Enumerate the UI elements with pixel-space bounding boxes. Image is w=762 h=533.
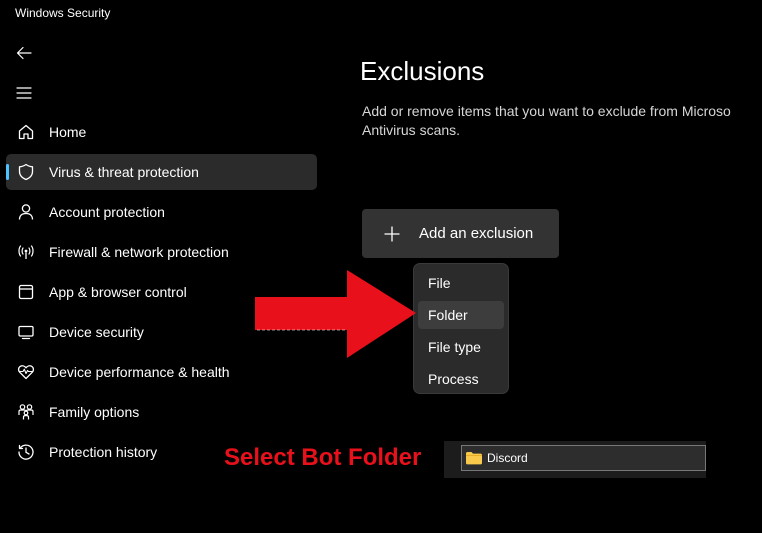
annotation-text: Select Bot Folder [224, 444, 422, 471]
sidebar-item-label: Protection history [49, 444, 158, 460]
menu-item-folder[interactable]: Folder [418, 301, 504, 329]
folder-path-strip: Discord [444, 441, 706, 478]
home-icon [16, 122, 36, 142]
add-exclusion-button[interactable]: Add an exclusion [362, 209, 559, 258]
folder-icon [465, 451, 483, 465]
sidebar-item-account-protection[interactable]: Account protection [6, 194, 317, 230]
add-exclusion-label: Add an exclusion [419, 225, 534, 242]
red-arrow-icon [255, 270, 416, 358]
window-title: Windows Security [15, 6, 111, 20]
windows-security-window: Windows Security Home Virus & threat pro… [0, 0, 762, 533]
sidebar-item-virus-threat-protection[interactable]: Virus & threat protection [6, 154, 317, 190]
laptop-icon [16, 322, 36, 342]
shield-icon [16, 162, 36, 182]
menu-item-file[interactable]: File [418, 269, 504, 297]
hamburger-menu-icon [16, 87, 32, 99]
menu-button[interactable] [12, 82, 36, 104]
history-clock-icon [16, 442, 36, 462]
description-line: Antivirus scans. [362, 122, 461, 138]
menu-item-process[interactable]: Process [418, 365, 504, 393]
sidebar-item-firewall-network-protection[interactable]: Firewall & network protection [6, 234, 317, 270]
sidebar-item-label: Device security [49, 324, 144, 340]
description-line: Add or remove items that you want to exc… [362, 103, 731, 119]
person-icon [16, 202, 36, 222]
back-button[interactable] [12, 42, 36, 64]
sidebar-item-label: Device performance & health [49, 364, 230, 380]
sidebar-item-label: Account protection [49, 204, 165, 220]
family-icon [16, 402, 36, 422]
sidebar-item-home[interactable]: Home [6, 114, 317, 150]
sidebar-item-label: Family options [49, 404, 140, 420]
menu-item-file-type[interactable]: File type [418, 333, 504, 361]
exclusion-type-menu: File Folder File type Process [413, 263, 509, 394]
sidebar-item-label: Firewall & network protection [49, 244, 229, 260]
back-arrow-icon [16, 46, 32, 60]
page-description: Add or remove items that you want to exc… [362, 102, 762, 144]
sidebar-item-label: App & browser control [49, 284, 187, 300]
heart-pulse-icon [16, 362, 36, 382]
folder-path-field[interactable]: Discord [461, 445, 706, 471]
sidebar-item-label: Home [49, 124, 87, 140]
browser-window-icon [16, 282, 36, 302]
plus-icon [383, 225, 401, 243]
sidebar-item-label: Virus & threat protection [49, 164, 199, 180]
selection-indicator [6, 164, 9, 180]
wifi-antenna-icon [16, 242, 36, 262]
page-title: Exclusions [360, 56, 485, 86]
folder-name: Discord [487, 451, 528, 465]
sidebar-item-family-options[interactable]: Family options [6, 394, 317, 430]
